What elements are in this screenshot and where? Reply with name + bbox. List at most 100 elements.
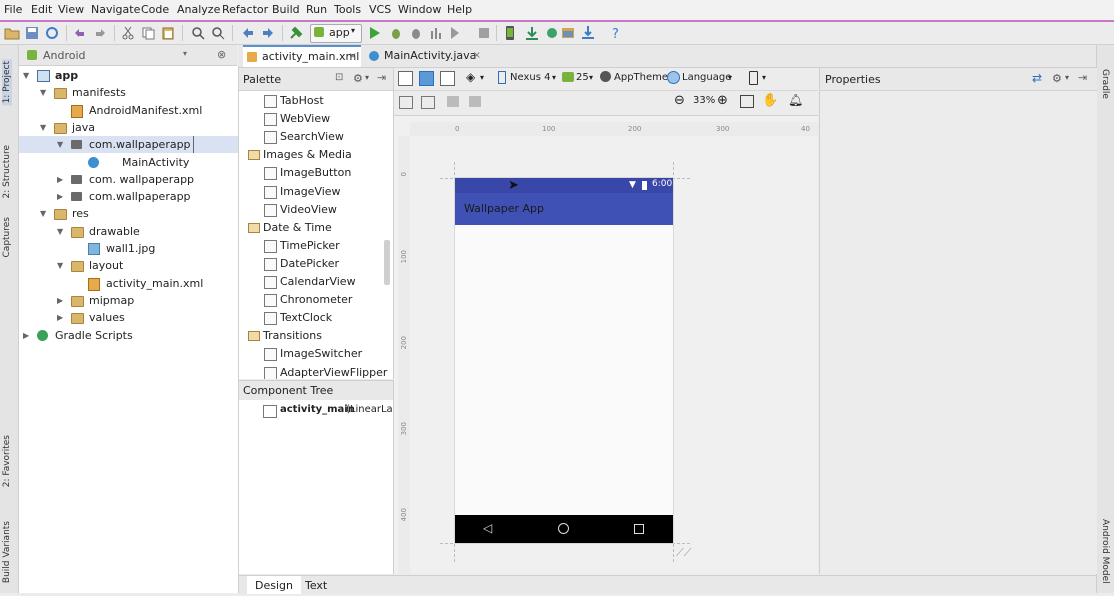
captures-tool-button[interactable]: Captures [2, 217, 12, 257]
cut-icon[interactable] [120, 25, 136, 41]
collapse-arrow-icon[interactable]: ▶ [57, 171, 63, 188]
avd-manager-icon[interactable] [502, 25, 518, 41]
project-view-selector[interactable]: Android [43, 49, 86, 62]
gear-icon[interactable]: ⚙ [353, 72, 363, 85]
palette-view-icon[interactable]: ⊡ [335, 72, 343, 83]
tree-item[interactable]: ▶ com.wallpaperapp [19, 188, 238, 205]
structure-tool-button[interactable]: 2: Structure [2, 145, 12, 199]
palette-item[interactable]: TextClock [239, 309, 384, 327]
collapse-arrow-icon[interactable]: ▶ [57, 188, 63, 205]
expand-arrow-icon[interactable]: ▼ [57, 223, 63, 240]
profile-icon[interactable] [428, 25, 444, 41]
sync-icon[interactable] [44, 25, 60, 41]
palette-item[interactable]: ImageButton [239, 164, 384, 182]
toggle-design-icon[interactable] [399, 96, 413, 109]
palette-item[interactable]: DatePicker [239, 255, 384, 273]
palette-item[interactable]: ImageSwitcher [239, 345, 384, 363]
device-frame-icon[interactable] [749, 71, 758, 85]
palette-group[interactable]: Images & Media [239, 146, 384, 164]
palette-item[interactable]: SearchView [239, 128, 384, 146]
split-mode-icon[interactable] [440, 71, 455, 86]
tab-main-activity[interactable]: MainActivity.java × [365, 46, 485, 66]
chevron-down-icon[interactable]: ▾ [762, 73, 766, 82]
gear-icon[interactable]: ⚙ [1052, 72, 1062, 85]
tree-item[interactable]: ▼ com.wallpaperapp [19, 136, 238, 154]
palette-item[interactable]: VideoView [239, 201, 384, 219]
expand-arrow-icon[interactable]: ▼ [40, 119, 46, 136]
palette-item[interactable]: AdapterViewFlipper [239, 364, 387, 379]
menu-help[interactable]: Help [447, 3, 472, 16]
build-variants-tool-button[interactable]: Build Variants [2, 521, 12, 583]
device-preview[interactable] [455, 178, 673, 543]
tree-item[interactable]: MainActivity [19, 154, 238, 171]
collapse-arrow-icon[interactable]: ▶ [57, 292, 63, 309]
tab-text[interactable]: Text [297, 576, 335, 594]
run-config-selector[interactable]: app ▾ [310, 24, 362, 43]
palette-item[interactable]: Chronometer [239, 291, 384, 309]
palette-item[interactable]: ImageView [239, 183, 384, 201]
paste-icon[interactable] [160, 25, 176, 41]
expand-arrow-icon[interactable]: ▼ [57, 136, 63, 153]
menu-edit[interactable]: Edit [31, 3, 52, 16]
chevron-down-icon[interactable]: ▾ [728, 73, 732, 82]
zoom-in-icon[interactable]: ⊕ [717, 93, 728, 108]
expand-arrow-icon[interactable]: ▼ [23, 67, 29, 84]
zoom-out-icon[interactable]: ⊖ [674, 93, 685, 108]
device-monitor-icon[interactable] [544, 25, 560, 41]
expand-arrow-icon[interactable]: ▼ [40, 205, 46, 222]
chevron-down-icon[interactable]: ▾ [552, 73, 556, 82]
device-selector[interactable]: Nexus 4 [510, 72, 550, 83]
menu-code[interactable]: Code [141, 3, 169, 16]
menu-navigate[interactable]: Navigate [91, 3, 140, 16]
hide-panel-icon[interactable]: ⇥ [1078, 71, 1087, 84]
tree-item[interactable]: ▼ drawable [19, 223, 238, 240]
zoom-to-fit-icon[interactable] [740, 95, 754, 108]
chevron-down-icon[interactable]: ▾ [589, 73, 593, 82]
project-structure-icon[interactable] [560, 25, 576, 41]
palette-group[interactable]: Transitions [239, 327, 384, 345]
find-icon[interactable] [190, 25, 206, 41]
tree-item[interactable]: ▶ com. wallpaperapp [19, 171, 238, 188]
apply-changes-icon[interactable] [448, 25, 464, 41]
undo-icon[interactable] [72, 25, 88, 41]
android-model-tool-button[interactable]: Android Model [1100, 519, 1110, 584]
tree-item[interactable]: wall1.jpg [19, 240, 238, 257]
tree-item[interactable]: ▼ manifests [19, 84, 238, 101]
hide-panel-icon[interactable]: ⇥ [377, 71, 386, 84]
chevron-down-icon[interactable]: ▾ [183, 49, 187, 58]
chevron-down-icon[interactable]: ▾ [365, 73, 369, 82]
tree-item[interactable]: ▶ mipmap [19, 292, 238, 309]
sync-scope-icon[interactable]: ⊗ [217, 48, 226, 61]
theme-selector[interactable]: AppTheme [614, 72, 668, 83]
collapse-arrow-icon[interactable]: ▶ [23, 327, 29, 344]
menu-analyze[interactable]: Analyze [177, 3, 220, 16]
forward-icon[interactable] [260, 25, 276, 41]
close-icon[interactable]: × [473, 46, 481, 66]
favorites-tool-button[interactable]: 2: Favorites [2, 435, 12, 487]
notification-bell-icon[interactable]: 🔔︎ [788, 93, 803, 107]
api-level-selector[interactable]: 25 [576, 72, 589, 83]
tree-item[interactable]: AndroidManifest.xml [19, 102, 238, 119]
design-mode-icon[interactable] [398, 71, 413, 86]
palette-group[interactable]: Date & Time [239, 219, 384, 237]
expand-arrow-icon[interactable]: ▼ [40, 84, 46, 101]
collapse-arrow-icon[interactable]: ▶ [57, 309, 63, 326]
menu-build[interactable]: Build [272, 3, 300, 16]
tab-activity-main[interactable]: activity_main.xml × [243, 45, 361, 67]
open-folder-icon[interactable] [4, 25, 20, 41]
palette-scrollbar[interactable] [384, 240, 390, 285]
close-icon[interactable]: × [349, 47, 357, 67]
make-project-icon[interactable] [288, 25, 304, 41]
menu-vcs[interactable]: VCS [369, 3, 391, 16]
layout-option-icon-2[interactable] [469, 96, 481, 107]
debug-icon[interactable] [388, 25, 404, 41]
save-icon[interactable] [24, 25, 40, 41]
project-tool-button[interactable]: 1: Project [2, 59, 12, 106]
tree-item[interactable]: ▼ layout [19, 257, 238, 274]
toggle-blueprint-icon[interactable] [421, 96, 435, 109]
menu-tools[interactable]: Tools [334, 3, 361, 16]
chevron-down-icon[interactable]: ▾ [1065, 73, 1069, 82]
menu-run[interactable]: Run [306, 3, 327, 16]
palette-item[interactable]: CalendarView [239, 273, 384, 291]
menu-window[interactable]: Window [398, 3, 441, 16]
